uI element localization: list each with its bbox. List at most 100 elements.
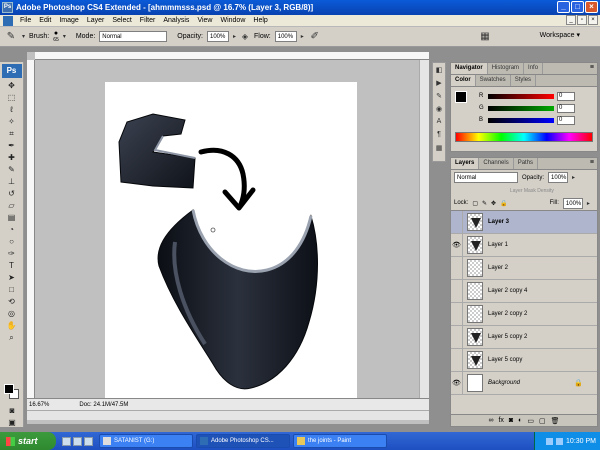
- tab-color[interactable]: Color: [451, 75, 476, 86]
- fill-field[interactable]: 100%: [562, 197, 583, 209]
- dodge-tool-icon[interactable]: ○: [5, 236, 19, 247]
- history-brush-tool-icon[interactable]: ↺: [5, 188, 19, 199]
- layers-opacity-arrow-icon[interactable]: ▸: [572, 174, 575, 181]
- menu-select[interactable]: Select: [108, 17, 135, 24]
- channel-r-value[interactable]: 0: [557, 91, 575, 101]
- layer-name[interactable]: Layer 5 copy 2: [488, 334, 527, 340]
- opacity-arrow-icon[interactable]: ▸: [233, 33, 236, 40]
- lock-all-icon[interactable]: 🔒: [500, 200, 507, 207]
- adjustment-layer-icon[interactable]: ◐: [518, 417, 522, 424]
- brushes-panel-icon[interactable]: ✎: [434, 92, 444, 102]
- lasso-tool-icon[interactable]: ℓ: [5, 104, 19, 115]
- menu-analysis[interactable]: Analysis: [159, 17, 193, 24]
- healing-brush-tool-icon[interactable]: ✚: [5, 152, 19, 163]
- marquee-tool-icon[interactable]: ⬚: [5, 92, 19, 103]
- canvas[interactable]: [105, 82, 357, 398]
- zoom-tool-icon[interactable]: ⌕: [5, 332, 19, 343]
- visibility-toggle[interactable]: [451, 325, 463, 349]
- new-group-icon[interactable]: ▭: [527, 417, 534, 425]
- volume-icon[interactable]: [556, 437, 564, 445]
- fill-arrow-icon[interactable]: ▸: [587, 200, 590, 207]
- color-spectrum-bar[interactable]: [455, 132, 593, 142]
- menu-layer[interactable]: Layer: [83, 17, 109, 24]
- opacity-field[interactable]: 100%: [206, 31, 229, 42]
- horizontal-scrollbar[interactable]: [27, 410, 429, 420]
- layer-name[interactable]: Layer 5 copy: [488, 357, 522, 363]
- tool-preset-arrow-icon[interactable]: ▾: [22, 33, 25, 40]
- paragraph-panel-icon[interactable]: ¶: [434, 131, 444, 141]
- quick-launch-icon[interactable]: [73, 436, 82, 446]
- layer-row[interactable]: Layer 2: [451, 256, 597, 280]
- task-satanist[interactable]: SATANIST (G:): [99, 434, 193, 448]
- close-button[interactable]: ×: [585, 1, 598, 13]
- visibility-toggle[interactable]: [451, 348, 463, 372]
- channel-b-value[interactable]: 0: [557, 115, 575, 125]
- tab-navigator[interactable]: Navigator: [451, 63, 488, 74]
- blur-tool-icon[interactable]: ◔: [5, 224, 19, 235]
- pressure-size-icon[interactable]: ▦: [478, 30, 492, 44]
- mode-select[interactable]: Normal: [99, 31, 168, 42]
- tab-paths[interactable]: Paths: [514, 158, 539, 169]
- history-panel-icon[interactable]: ◧: [434, 66, 444, 76]
- tab-styles[interactable]: Styles: [511, 75, 537, 86]
- layer-row[interactable]: Layer 3: [451, 210, 597, 234]
- gradient-tool-icon[interactable]: ▤: [5, 212, 19, 223]
- menu-edit[interactable]: Edit: [35, 17, 55, 24]
- layers-menu-icon[interactable]: ≡: [590, 158, 597, 169]
- lock-transparency-icon[interactable]: ▢: [472, 200, 478, 207]
- path-select-tool-icon[interactable]: ➤: [5, 272, 19, 283]
- minimize-button[interactable]: _: [557, 1, 570, 13]
- eyedropper-tool-icon[interactable]: ✒: [5, 140, 19, 151]
- brush-picker-arrow-icon[interactable]: ▾: [63, 33, 66, 40]
- layers-opacity-field[interactable]: 100%: [548, 172, 569, 183]
- zoom-level[interactable]: 16.67%: [29, 402, 49, 408]
- doc-minimize-button[interactable]: _: [566, 15, 576, 25]
- maximize-button[interactable]: □: [571, 1, 584, 13]
- quick-mask-icon[interactable]: ◙: [5, 405, 19, 416]
- pen-tool-icon[interactable]: ✑: [5, 248, 19, 259]
- delete-layer-icon[interactable]: 🗑: [551, 417, 560, 425]
- layer-row[interactable]: Layer 5 copy 2: [451, 325, 597, 349]
- character-panel-icon[interactable]: A: [434, 118, 444, 128]
- layer-row[interactable]: 👁 Background 🔒: [451, 371, 597, 395]
- layer-row[interactable]: 👁 Layer 1: [451, 233, 597, 257]
- clone-stamp-tool-icon[interactable]: ⊥: [5, 176, 19, 187]
- tab-info[interactable]: Info: [524, 63, 544, 74]
- actions-panel-icon[interactable]: ▶: [434, 79, 444, 89]
- color-fg-swatch[interactable]: [455, 91, 467, 103]
- shape-tool-icon[interactable]: □: [5, 284, 19, 295]
- visibility-toggle[interactable]: [451, 210, 463, 234]
- tab-swatches[interactable]: Swatches: [476, 75, 511, 86]
- eye-icon[interactable]: 👁: [451, 371, 463, 395]
- foreground-color-swatch[interactable]: [4, 384, 14, 394]
- pressure-opacity-icon[interactable]: ◈: [240, 30, 250, 44]
- brush-picker[interactable]: ● 65: [53, 30, 59, 43]
- tab-layers[interactable]: Layers: [451, 158, 480, 169]
- doc-restore-button[interactable]: ▫: [577, 15, 587, 25]
- flow-field[interactable]: 100%: [274, 31, 297, 42]
- 3d-orbit-tool-icon[interactable]: ◎: [5, 308, 19, 319]
- blend-mode-select[interactable]: Normal: [454, 172, 518, 183]
- channel-r-slider[interactable]: [488, 93, 554, 99]
- crop-tool-icon[interactable]: ⌗: [5, 128, 19, 139]
- hand-tool-icon[interactable]: ✋: [5, 320, 19, 331]
- quick-select-tool-icon[interactable]: ✧: [5, 116, 19, 127]
- workspace-switcher[interactable]: Workspace ▾: [540, 31, 580, 39]
- panel-menu-icon[interactable]: ≡: [590, 63, 597, 74]
- 3d-rotate-tool-icon[interactable]: ⟲: [5, 296, 19, 307]
- add-mask-icon[interactable]: ◙: [509, 417, 513, 424]
- airbrush-icon[interactable]: ✐: [308, 30, 322, 44]
- task-paint[interactable]: the joints - Paint: [293, 434, 387, 448]
- doc-size-info[interactable]: Doc: 24.1M/47.5M: [79, 402, 128, 408]
- menu-image[interactable]: Image: [55, 17, 82, 24]
- menu-file[interactable]: File: [16, 17, 35, 24]
- layer-name[interactable]: Layer 2 copy 4: [488, 288, 527, 294]
- channel-g-value[interactable]: 0: [557, 103, 575, 113]
- visibility-toggle[interactable]: [451, 256, 463, 280]
- brush-tool-icon[interactable]: ✎: [4, 30, 18, 44]
- vertical-scrollbar[interactable]: [419, 60, 429, 398]
- channel-g-slider[interactable]: [488, 105, 554, 111]
- clock[interactable]: 10:30 PM: [566, 438, 596, 445]
- doc-close-button[interactable]: ×: [588, 15, 598, 25]
- brush-tool-icon-box[interactable]: ✎: [5, 164, 19, 175]
